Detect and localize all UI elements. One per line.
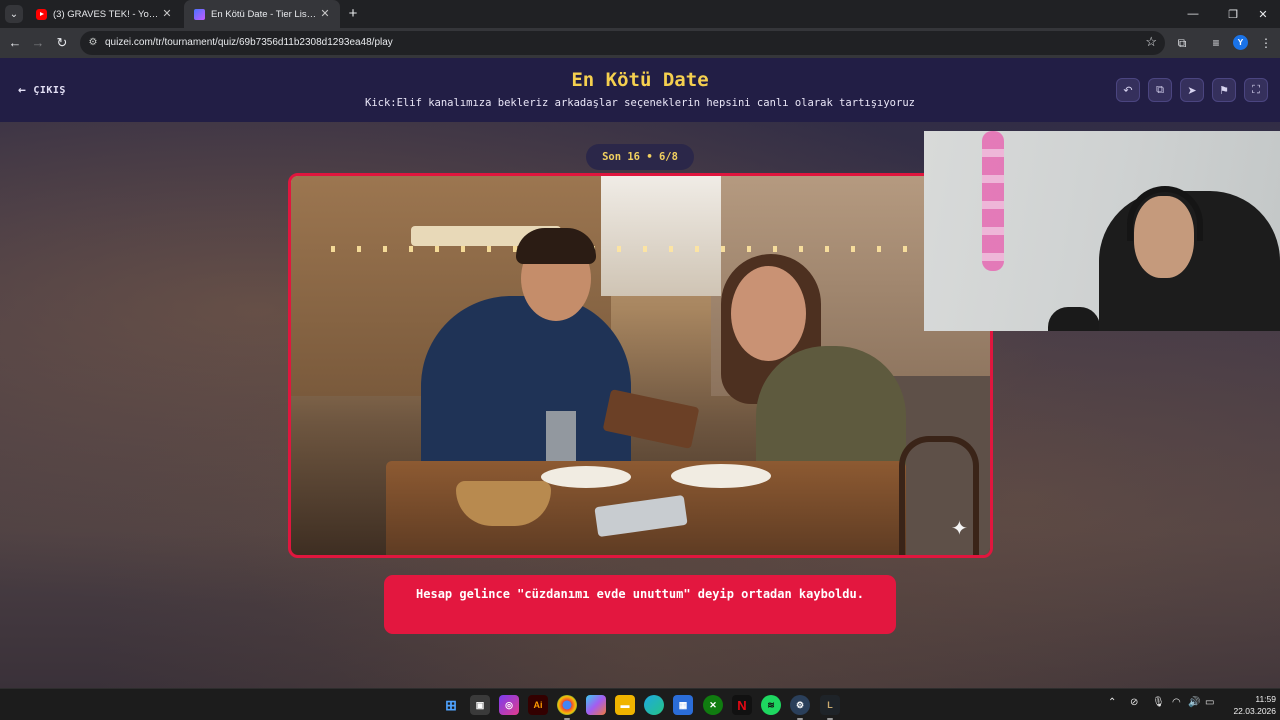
fullscreen-icon: ⛶ (1252, 83, 1260, 96)
quiz-header: ← ÇIKIŞ En Kötü Date Kick:Elif kanalımız… (0, 58, 1280, 122)
chrome-icon[interactable] (557, 695, 577, 720)
quiz-page: ← ÇIKIŞ En Kötü Date Kick:Elif kanalımız… (0, 58, 1280, 688)
reload-icon[interactable]: ↻ (52, 33, 72, 53)
address-bar[interactable]: ⚙ quizei.com/tr/tournament/quiz/69b7356d… (80, 31, 1165, 55)
battery-icon[interactable]: ▭ (1205, 697, 1214, 708)
task-view-icon[interactable]: ▣ (470, 695, 490, 715)
close-icon[interactable]: ✕ (318, 7, 332, 21)
xbox-icon[interactable]: ✕ (703, 695, 723, 715)
tray-chevron-up-icon[interactable]: ⌃ (1108, 697, 1116, 708)
window-close-icon[interactable]: ✕ (1246, 0, 1280, 28)
fullscreen-button[interactable]: ⛶ (1244, 78, 1268, 102)
date-scene-image: ✦ (291, 176, 990, 555)
windows-taskbar: ⊞ ▣ ◎ Ai ▬ ▦ ✕ N ≋ ⚙ L ⌃ ⊘ 🎙 ◠ 🔊 ▭ 11:59… (0, 688, 1280, 720)
microphone-icon[interactable]: 🎙 (1152, 697, 1165, 708)
tab-search-chevron-icon[interactable]: ⌄ (5, 5, 23, 23)
forward-arrow-icon[interactable]: → (28, 33, 48, 53)
close-icon[interactable]: ✕ (160, 7, 174, 21)
copy-icon: ⧉ (1156, 83, 1164, 96)
spotify-icon[interactable]: ≋ (761, 695, 781, 715)
volume-icon[interactable]: 🔊 (1188, 697, 1200, 708)
minimize-icon[interactable]: — (1176, 0, 1210, 28)
tab-title: En Kötü Date - Tier List, Kör Sıralama (211, 8, 318, 20)
camera-off-icon[interactable]: ⊘ (1130, 697, 1138, 708)
restore-icon[interactable]: ❐ (1216, 0, 1250, 28)
wifi-icon[interactable]: ◠ (1172, 697, 1181, 708)
back-arrow-icon[interactable]: ← (5, 33, 25, 53)
round-badge: Son 16 • 6/8 (586, 144, 694, 170)
url-text: quizei.com/tr/tournament/quiz/69b7356d11… (105, 37, 393, 48)
browser-toolbar: ← → ↻ ⚙ quizei.com/tr/tournament/quiz/69… (0, 28, 1280, 58)
youtube-icon (36, 8, 47, 20)
edge-icon[interactable] (644, 695, 664, 715)
league-of-legends-icon[interactable]: L (820, 695, 840, 720)
tab-youtube[interactable]: (3) GRAVES TEK! - YouTube ✕ (26, 0, 182, 28)
illustrator-icon[interactable]: Ai (528, 695, 548, 715)
system-clock[interactable]: 11:59 22.03.2026 (1222, 693, 1276, 717)
file-explorer-icon[interactable]: ▬ (615, 695, 635, 715)
profile-avatar[interactable]: Y (1233, 35, 1248, 50)
instagram-icon[interactable]: ◎ (499, 695, 519, 715)
tab-title: (3) GRAVES TEK! - YouTube (53, 8, 160, 20)
steam-icon[interactable]: ⚙ (790, 695, 810, 720)
windows-start-icon[interactable]: ⊞ (441, 695, 461, 715)
flag-icon: ⚑ (1219, 84, 1229, 97)
option-image-card[interactable]: ✦ (288, 173, 993, 558)
browser-tab-strip: ⌄ (3) GRAVES TEK! - YouTube ✕ En Kötü Da… (0, 0, 1280, 28)
undo-button[interactable]: ↶ (1116, 78, 1140, 102)
bookmark-star-icon[interactable]: ☆ (1145, 34, 1157, 50)
page-title: En Kötü Date (571, 69, 709, 91)
copilot-icon[interactable] (586, 695, 606, 715)
share-button[interactable]: ➤ (1180, 78, 1204, 102)
undo-icon: ↶ (1123, 84, 1133, 97)
menu-kebab-icon[interactable]: ⋮ (1256, 33, 1276, 53)
media-control-icon[interactable]: ≡ (1206, 33, 1226, 53)
site-settings-icon[interactable]: ⚙ (86, 36, 100, 50)
sparkle-icon: ✦ (951, 518, 968, 540)
report-button[interactable]: ⚑ (1212, 78, 1236, 102)
page-subtitle: Kick:Elif kanalımıza bekleriz arkadaşlar… (365, 97, 915, 109)
clock-date: 22.03.2026 (1233, 706, 1276, 716)
copy-button[interactable]: ⧉ (1148, 78, 1172, 102)
netflix-icon[interactable]: N (732, 695, 752, 715)
new-tab-plus-icon[interactable]: + (344, 5, 362, 23)
option-caption-button[interactable]: Hesap gelince "cüzdanımı evde unuttum" d… (384, 575, 896, 634)
send-icon: ➤ (1187, 84, 1197, 97)
quizei-favicon-icon (194, 8, 205, 20)
clock-time: 11:59 (1255, 694, 1276, 704)
webcam-overlay (924, 131, 1280, 331)
microsoft-store-icon[interactable]: ▦ (673, 695, 693, 715)
extensions-icon[interactable]: ⧉ (1172, 33, 1192, 53)
tab-quizei[interactable]: En Kötü Date - Tier List, Kör Sıralama ✕ (184, 0, 340, 28)
